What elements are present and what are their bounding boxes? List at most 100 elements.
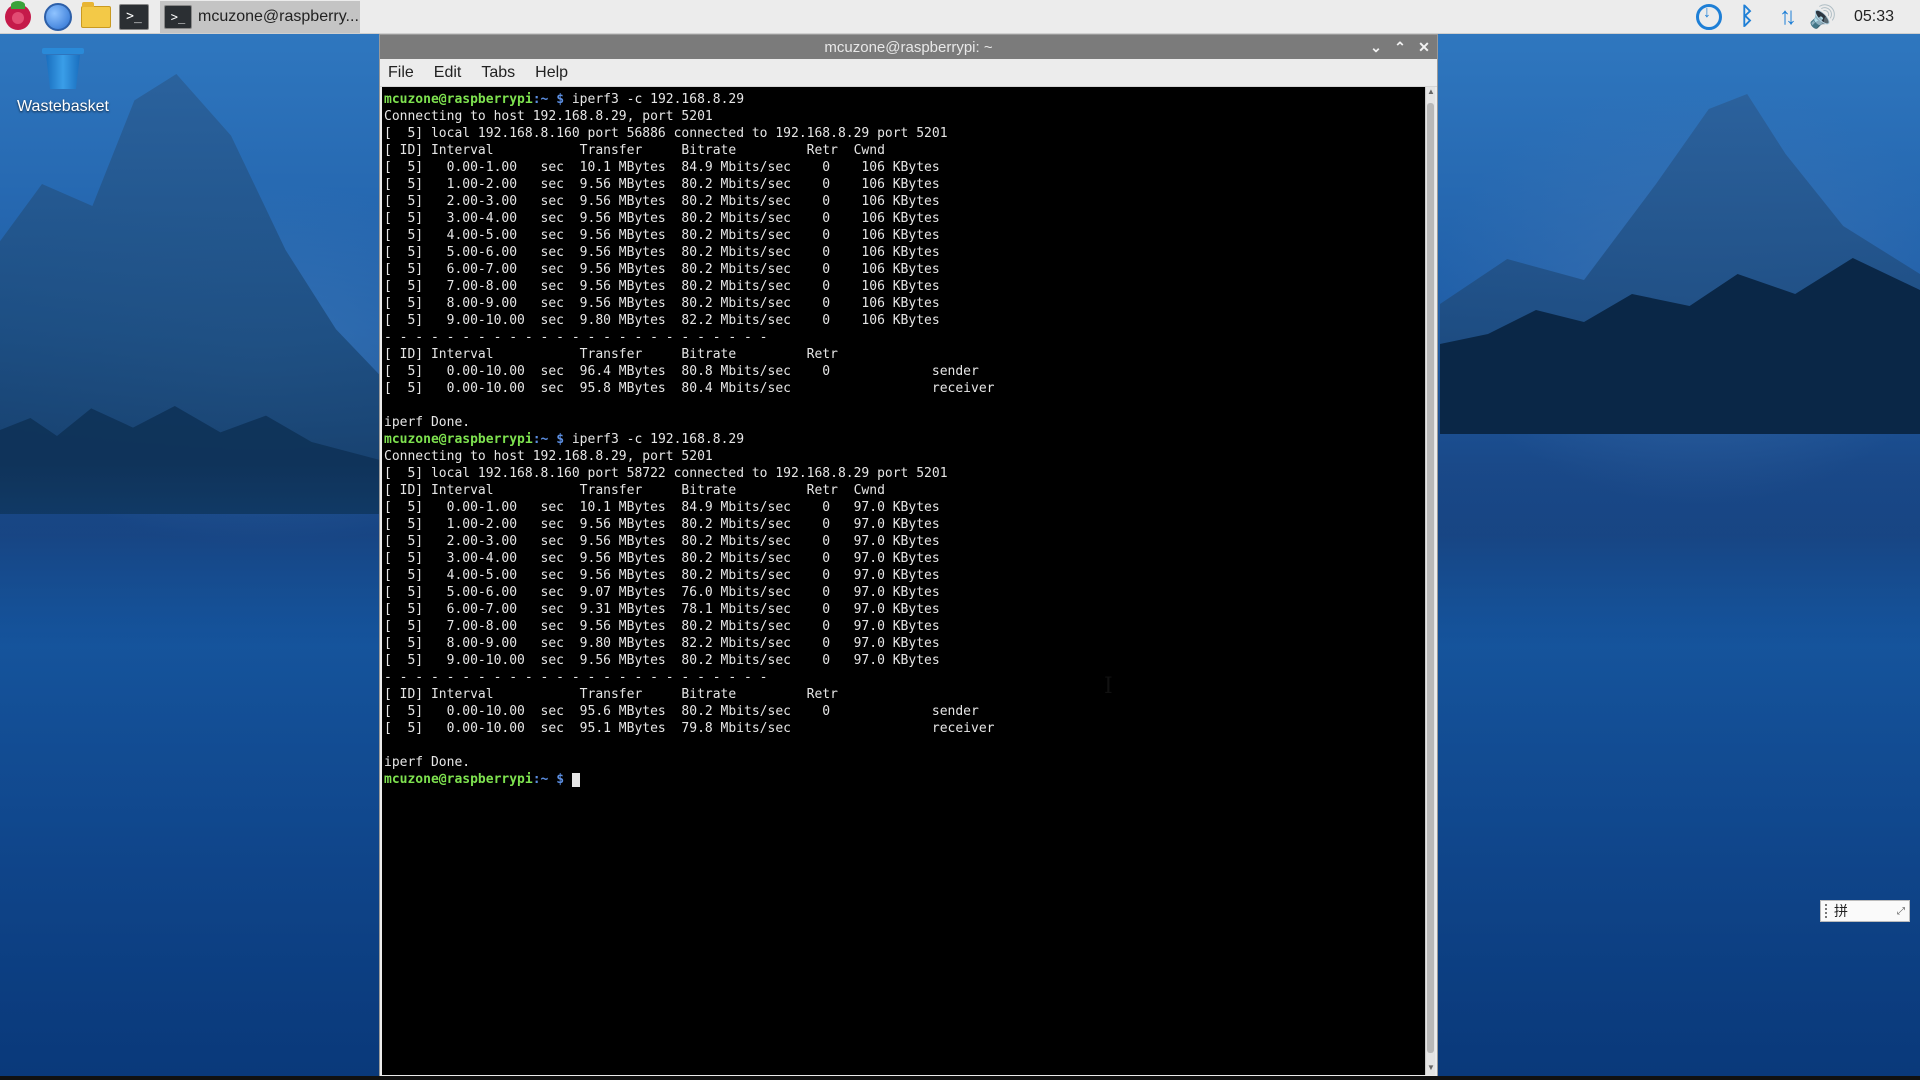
terminal-line-text: Connecting to host 192.168.8.29, port 52… — [384, 109, 713, 124]
terminal-output-line: [ 5] 7.00-8.00 sec 9.56 MBytes 80.2 Mbit… — [384, 618, 1425, 635]
terminal-output-line: [ 5] 9.00-10.00 sec 9.56 MBytes 80.2 Mbi… — [384, 652, 1425, 669]
terminal-line-text: [ 5] 0.00-10.00 sec 95.6 MBytes 80.2 Mbi… — [384, 704, 979, 719]
terminal-line-text: [ ID] Interval Transfer Bitrate Retr — [384, 347, 838, 362]
terminal-line-text: [ 5] 6.00-7.00 sec 9.31 MBytes 78.1 Mbit… — [384, 602, 940, 617]
wastebasket-icon — [41, 46, 85, 90]
system-tray: ᛒ ↑↓ 🔊 05:33 — [1690, 0, 1920, 34]
terminal-output-line: [ 5] 0.00-1.00 sec 10.1 MBytes 84.9 Mbit… — [384, 159, 1425, 176]
prompt-user: mcuzone@raspberrypi — [384, 432, 533, 447]
input-method-bar[interactable]: 拼 ⤢ — [1820, 900, 1910, 922]
window-titlebar[interactable]: mcuzone@raspberrypi: ~ ⌄ ⌃ ✕ — [380, 35, 1437, 59]
terminal-output-line: - - - - - - - - - - - - - - - - - - - - … — [384, 669, 1425, 686]
drag-handle-icon[interactable] — [1825, 904, 1828, 918]
terminal-output-line: [ 5] 0.00-10.00 sec 95.8 MBytes 80.4 Mbi… — [384, 380, 1425, 397]
terminal-output-line: [ ID] Interval Transfer Bitrate Retr Cwn… — [384, 142, 1425, 159]
menu-bar: File Edit Tabs Help — [380, 59, 1437, 87]
menu-help[interactable]: Help — [535, 64, 568, 82]
network-tray-button[interactable]: ↑↓ — [1766, 0, 1804, 34]
terminal-line-text: [ 5] 4.00-5.00 sec 9.56 MBytes 80.2 Mbit… — [384, 228, 940, 243]
terminal-line-text: [ 5] 6.00-7.00 sec 9.56 MBytes 80.2 Mbit… — [384, 262, 940, 277]
terminal-output-line: - - - - - - - - - - - - - - - - - - - - … — [384, 329, 1425, 346]
terminal-line-text: [ 5] 0.00-10.00 sec 95.1 MBytes 79.8 Mbi… — [384, 721, 995, 736]
terminal-line-text: [ 5] 5.00-6.00 sec 9.56 MBytes 80.2 Mbit… — [384, 245, 940, 260]
terminal-output-line: [ 5] 0.00-10.00 sec 95.1 MBytes 79.8 Mbi… — [384, 720, 1425, 737]
taskbar-window-button-terminal[interactable]: >_ mcuzone@raspberry... — [160, 0, 360, 33]
terminal-line-text: [ 5] 4.00-5.00 sec 9.56 MBytes 80.2 Mbit… — [384, 568, 940, 583]
menu-file[interactable]: File — [388, 64, 414, 82]
close-button[interactable]: ✕ — [1417, 39, 1431, 56]
terminal-output-line: [ 5] 2.00-3.00 sec 9.56 MBytes 80.2 Mbit… — [384, 533, 1425, 550]
prompt-user: mcuzone@raspberrypi — [384, 772, 533, 787]
clock[interactable]: 05:33 — [1842, 8, 1920, 26]
terminal-output-line: [ 5] 6.00-7.00 sec 9.56 MBytes 80.2 Mbit… — [384, 261, 1425, 278]
terminal-output-line: [ 5] 1.00-2.00 sec 9.56 MBytes 80.2 Mbit… — [384, 516, 1425, 533]
terminal-output-line: iperf Done. — [384, 414, 1425, 431]
terminal-output-line: [ 5] 0.00-10.00 sec 95.6 MBytes 80.2 Mbi… — [384, 703, 1425, 720]
terminal-output-line: [ 5] 4.00-5.00 sec 9.56 MBytes 80.2 Mbit… — [384, 227, 1425, 244]
terminal-prompt-line: mcuzone@raspberrypi:~ $ iperf3 -c 192.16… — [384, 91, 1425, 108]
bluetooth-icon: ᛒ — [1739, 3, 1755, 30]
taskbar: >_ >_ mcuzone@raspberry... ᛒ ↑↓ 🔊 05:33 — [0, 0, 1920, 34]
terminal-output-line: [ 5] 5.00-6.00 sec 9.56 MBytes 80.2 Mbit… — [384, 244, 1425, 261]
terminal-cursor — [571, 772, 580, 787]
terminal-line-text: [ 5] 3.00-4.00 sec 9.56 MBytes 80.2 Mbit… — [384, 551, 940, 566]
terminal-line-text: iperf Done. — [384, 415, 471, 430]
terminal-line-text: [ 5] 1.00-2.00 sec 9.56 MBytes 80.2 Mbit… — [384, 517, 940, 532]
terminal-output-line: [ ID] Interval Transfer Bitrate Retr Cwn… — [384, 482, 1425, 499]
terminal-line-text: [ 5] 8.00-9.00 sec 9.56 MBytes 80.2 Mbit… — [384, 296, 940, 311]
terminal-output-line: [ 5] 3.00-4.00 sec 9.56 MBytes 80.2 Mbit… — [384, 550, 1425, 567]
terminal-output-line: iperf Done. — [384, 754, 1425, 771]
file-manager-icon — [81, 1, 111, 28]
input-method-label[interactable]: 拼 — [1834, 901, 1848, 921]
prompt-path: :~ $ — [532, 772, 572, 787]
window-controls: ⌄ ⌃ ✕ — [1369, 35, 1431, 59]
terminal-output-line: [ 5] 1.00-2.00 sec 9.56 MBytes 80.2 Mbit… — [384, 176, 1425, 193]
volume-icon: 🔊 — [1809, 4, 1837, 29]
terminal-line-text: [ 5] 9.00-10.00 sec 9.56 MBytes 80.2 Mbi… — [384, 653, 940, 668]
scrollbar-thumb[interactable] — [1427, 103, 1434, 1053]
bluetooth-tray-button[interactable]: ᛒ — [1728, 0, 1766, 34]
expand-icon[interactable]: ⤢ — [1897, 906, 1905, 917]
terminal-output-line: [ 5] 8.00-9.00 sec 9.56 MBytes 80.2 Mbit… — [384, 295, 1425, 312]
terminal-output-line: [ 5] 6.00-7.00 sec 9.31 MBytes 78.1 Mbit… — [384, 601, 1425, 618]
terminal-line-text: [ ID] Interval Transfer Bitrate Retr Cwn… — [384, 483, 885, 498]
file-manager-launcher[interactable] — [80, 1, 112, 31]
terminal-output-line: [ 5] local 192.168.8.160 port 56886 conn… — [384, 125, 1425, 142]
updates-tray-button[interactable] — [1690, 0, 1728, 34]
terminal-output-line: [ 5] local 192.168.8.160 port 58722 conn… — [384, 465, 1425, 482]
scroll-down-arrow[interactable]: ▼ — [1426, 1063, 1436, 1075]
terminal-line-text: iperf3 -c 192.168.8.29 — [571, 92, 745, 107]
terminal-output-line: [ ID] Interval Transfer Bitrate Retr — [384, 346, 1425, 363]
terminal-line-text: [ 5] 9.00-10.00 sec 9.80 MBytes 82.2 Mbi… — [384, 313, 940, 328]
terminal-line-text: - - - - - - - - - - - - - - - - - - - - … — [384, 330, 768, 345]
terminal-line-text: [ 5] 2.00-3.00 sec 9.56 MBytes 80.2 Mbit… — [384, 194, 940, 209]
volume-tray-button[interactable]: 🔊 — [1804, 0, 1842, 34]
menu-edit[interactable]: Edit — [434, 64, 462, 82]
terminal-output-line: Connecting to host 192.168.8.29, port 52… — [384, 448, 1425, 465]
desktop-icon-label: Wastebasket — [17, 98, 109, 115]
terminal-output-line: [ 5] 0.00-1.00 sec 10.1 MBytes 84.9 Mbit… — [384, 499, 1425, 516]
terminal-launcher[interactable]: >_ — [118, 3, 150, 31]
terminal-line-text: iperf3 -c 192.168.8.29 — [571, 432, 745, 447]
terminal-output-line: [ 5] 4.00-5.00 sec 9.56 MBytes 80.2 Mbit… — [384, 567, 1425, 584]
terminal-prompt-line: mcuzone@raspberrypi:~ $ — [384, 771, 1425, 788]
terminal-output-line: [ ID] Interval Transfer Bitrate Retr — [384, 686, 1425, 703]
terminal-icon: >_ — [119, 3, 149, 30]
raspberry-pi-menu-button[interactable] — [0, 0, 36, 34]
maximize-button[interactable]: ⌃ — [1393, 39, 1407, 56]
scroll-up-arrow[interactable]: ▲ — [1426, 87, 1436, 99]
terminal-scrollbar[interactable]: ▲ ▼ — [1425, 87, 1435, 1075]
raspberry-pi-menu-icon — [5, 0, 31, 30]
terminal-output-line: [ 5] 7.00-8.00 sec 9.56 MBytes 80.2 Mbit… — [384, 278, 1425, 295]
terminal-output-line: [ 5] 3.00-4.00 sec 9.56 MBytes 80.2 Mbit… — [384, 210, 1425, 227]
terminal-window: mcuzone@raspberrypi: ~ ⌄ ⌃ ✕ File Edit T… — [379, 34, 1438, 1077]
terminal-output[interactable]: mcuzone@raspberrypi:~ $ iperf3 -c 192.16… — [382, 87, 1425, 1075]
menu-tabs[interactable]: Tabs — [481, 64, 515, 82]
minimize-button[interactable]: ⌄ — [1369, 39, 1383, 56]
web-browser-launcher[interactable] — [42, 2, 74, 31]
desktop-icon-wastebasket[interactable]: Wastebasket — [8, 46, 118, 116]
prompt-user: mcuzone@raspberrypi — [384, 92, 533, 107]
terminal-line-text: [ 5] 3.00-4.00 sec 9.56 MBytes 80.2 Mbit… — [384, 211, 940, 226]
